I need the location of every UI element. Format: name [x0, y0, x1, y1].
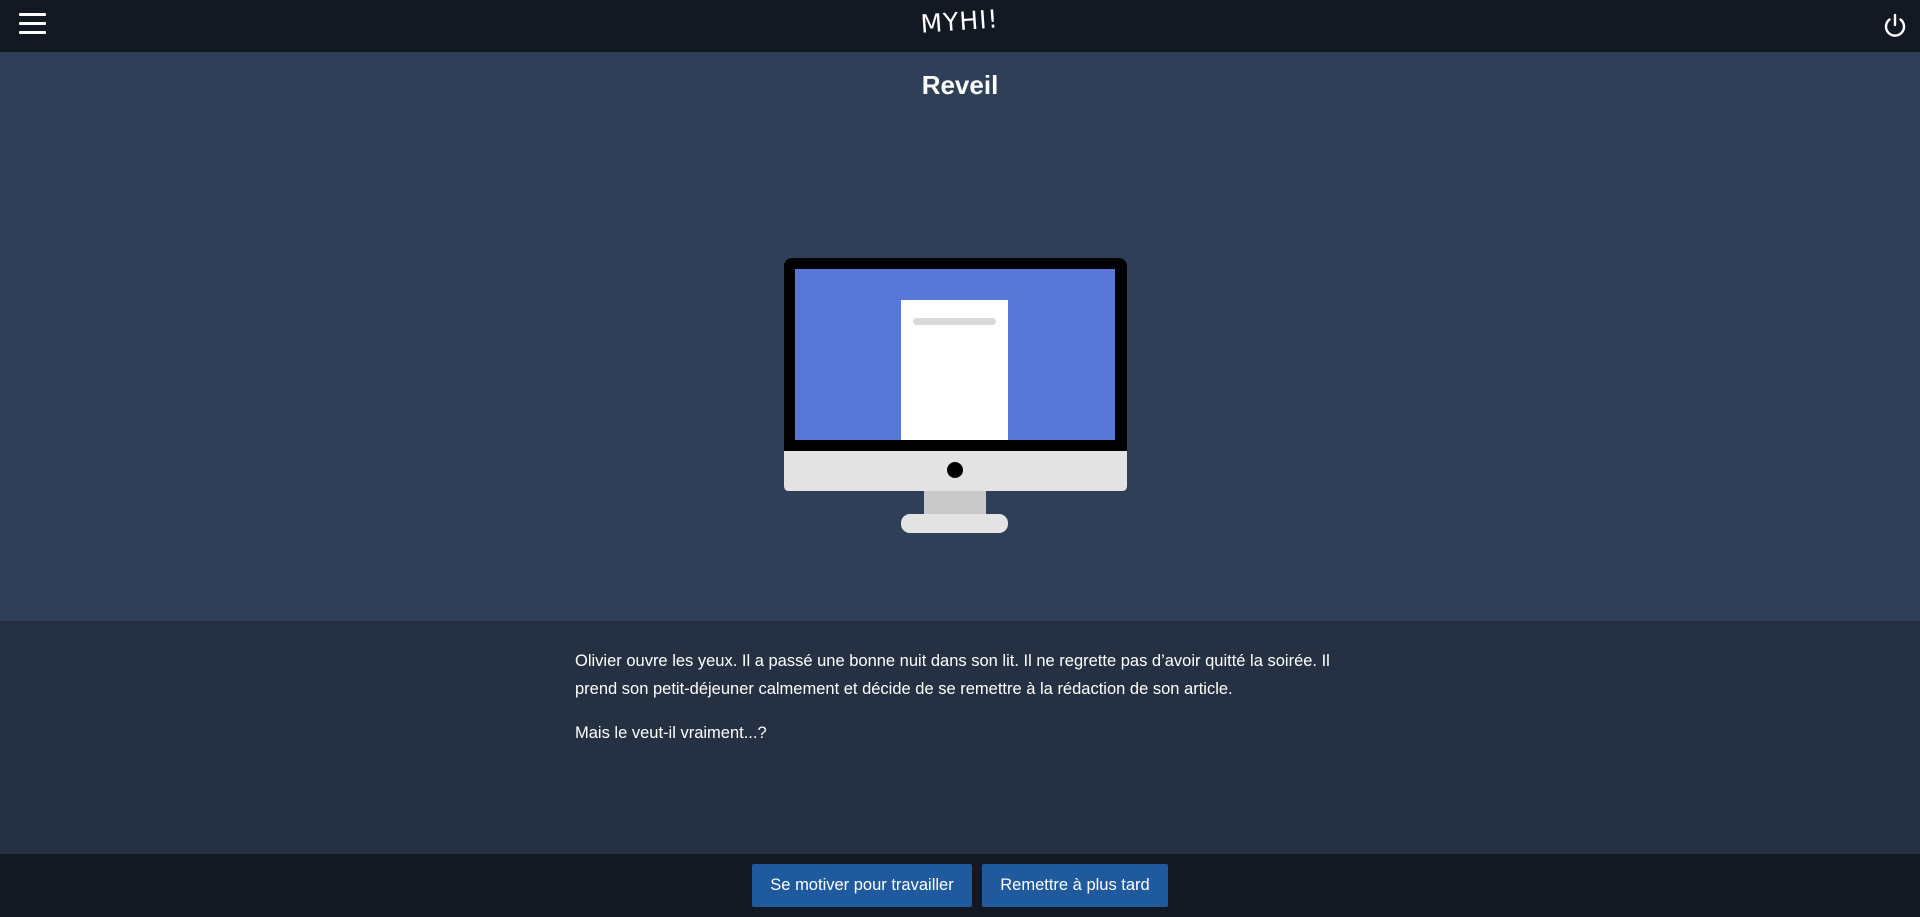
story-paragraph: Olivier ouvre les yeux. Il a passé une b…	[575, 652, 1330, 698]
hamburger-menu-icon[interactable]	[19, 13, 46, 35]
menu-line	[19, 31, 46, 34]
power-icon[interactable]	[1881, 12, 1909, 40]
monitor-stand-base	[901, 514, 1008, 533]
menu-line	[19, 13, 46, 16]
top-bar: MYHI!	[0, 0, 1920, 52]
camera-dot	[947, 462, 963, 478]
choice-postpone-button[interactable]: Remettre à plus tard	[982, 864, 1168, 907]
monitor-stand-neck	[924, 491, 986, 516]
desktop-computer-illustration	[784, 258, 1127, 533]
scene-title: Reveil	[921, 70, 999, 100]
scene-hero: Reveil	[0, 52, 1920, 621]
menu-line	[19, 22, 46, 25]
story-text: Olivier ouvre les yeux. Il a passé une b…	[575, 647, 1355, 763]
choice-motivate-button[interactable]: Se motiver pour travailler	[752, 864, 972, 907]
choices-footer: Se motiver pour travailler Remettre à pl…	[0, 854, 1920, 917]
story-panel: Olivier ouvre les yeux. Il a passé une b…	[0, 621, 1920, 854]
story-paragraph: Mais le veut-il vraiment...?	[575, 724, 767, 742]
document-line	[913, 318, 996, 325]
